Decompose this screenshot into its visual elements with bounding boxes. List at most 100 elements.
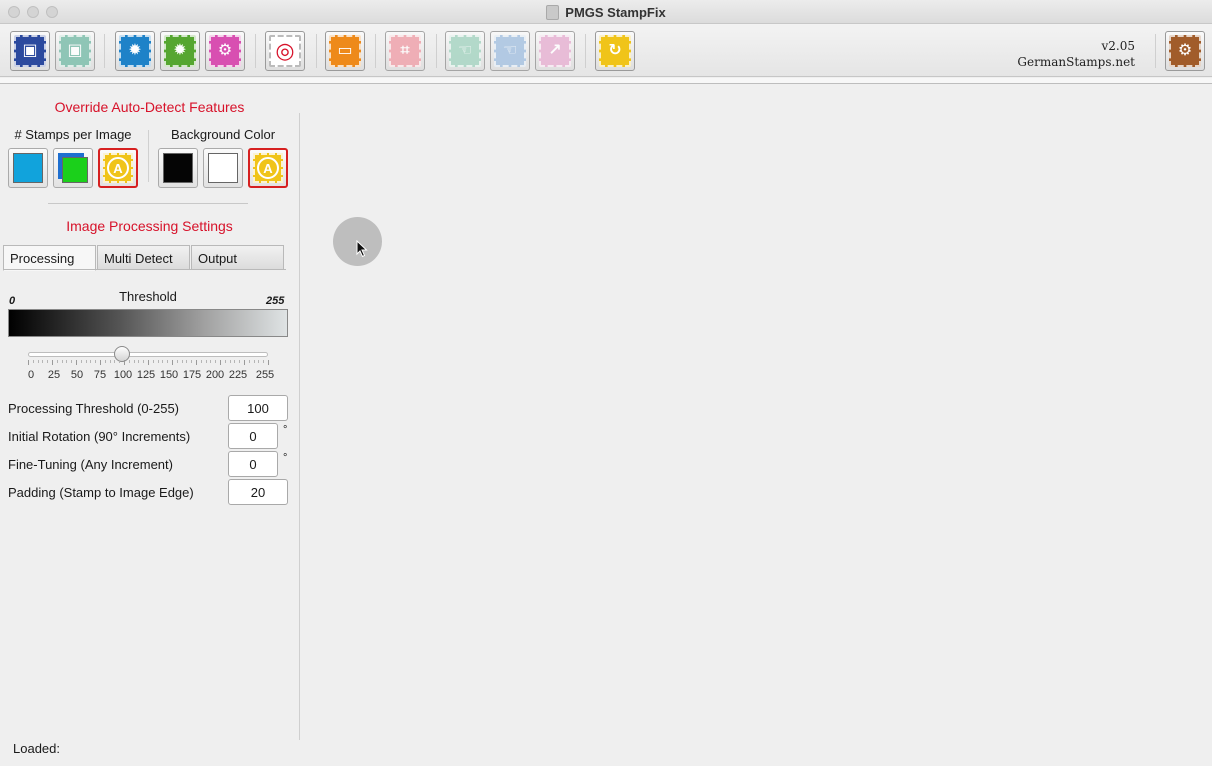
black-background-option[interactable] (158, 148, 198, 188)
slider-tick (104, 360, 106, 363)
background-color-label: Background Color (170, 127, 276, 142)
slider-tick (162, 360, 164, 363)
slider-tick (80, 360, 82, 363)
crop-button[interactable]: ⌗ (385, 31, 425, 71)
slider-tick (124, 360, 125, 365)
tab-content-border (3, 269, 286, 270)
threshold-slider[interactable] (28, 352, 268, 357)
initial-rotation-input[interactable]: 0 (228, 423, 278, 449)
color-swatch (62, 157, 88, 183)
slider-tick (37, 360, 39, 363)
fine-tuning-label: Fine-Tuning (Any Increment) (8, 457, 173, 472)
refresh-icon: ↻ (599, 35, 631, 67)
slider-tick (61, 360, 63, 363)
slider-tick (167, 360, 169, 363)
color-swatch (208, 153, 238, 183)
white-background-option[interactable] (203, 148, 243, 188)
single-stamp-option[interactable] (8, 148, 48, 188)
slider-tick-label: 175 (182, 369, 202, 381)
slider-tick (152, 360, 154, 363)
tab-processing[interactable]: Processing (3, 245, 96, 271)
tab-multi-detect[interactable]: Multi Detect (97, 245, 190, 270)
auto-icon: A (103, 153, 133, 183)
slider-tick (191, 360, 193, 363)
slider-tick (32, 360, 34, 363)
monitor-icon: ▭ (329, 35, 361, 67)
toolbar-divider (0, 78, 1212, 84)
override-separator (148, 130, 149, 182)
auto-stamps-option[interactable]: A (98, 148, 138, 188)
slider-tick-label: 25 (47, 369, 61, 381)
slider-tick (90, 360, 92, 363)
slider-tick (138, 360, 140, 363)
padding-input[interactable]: 20 (228, 479, 288, 505)
gear-icon: ⚙ (209, 35, 241, 67)
close-window-button[interactable] (8, 6, 20, 18)
slider-tick (239, 360, 241, 363)
settings-pink-button[interactable]: ⚙ (205, 31, 245, 71)
hand-plus-button[interactable]: ☜ (490, 31, 530, 71)
gear-icon: ⚙ (1169, 35, 1201, 67)
website-label: GermanStamps.net (1017, 55, 1135, 69)
override-heading: Override Auto-Detect Features (54, 99, 245, 115)
toolbar: ▣ ▣ ✹ ✹ ⚙ ◎ ▭ ⌗ ☜ ☜ ↗ ↻ ⚙ v2.05 GermanStamps.net (0, 24, 1212, 77)
zoom-window-button[interactable] (46, 6, 58, 18)
save-as-button[interactable]: ▣ (55, 31, 95, 71)
export-button[interactable]: ↗ (535, 31, 575, 71)
hand-plus-icon: ☜ (494, 35, 526, 67)
initial-rotation-label: Initial Rotation (90° Increments) (8, 429, 191, 444)
slider-tick (157, 360, 159, 363)
slider-tick (196, 360, 197, 365)
padding-label: Padding (Stamp to Image Edge) (8, 485, 194, 500)
version-label: v2.05 (1101, 39, 1136, 53)
refresh-button[interactable]: ↻ (595, 31, 635, 71)
title-bar: PMGS StampFix (0, 0, 1212, 24)
slider-tick (42, 360, 44, 363)
processing-threshold-label: Processing Threshold (0-255) (8, 401, 180, 416)
slider-tick (172, 360, 173, 365)
slider-tick-label: 150 (159, 369, 179, 381)
preferences-button[interactable]: ⚙ (1165, 31, 1205, 71)
auto-detect-icon: ✹ (119, 35, 151, 67)
fine-tuning-input[interactable]: 0 (228, 451, 278, 477)
save-button[interactable]: ▣ (10, 31, 50, 71)
degree-unit: ° (283, 424, 288, 436)
auto-detect-icon: ✹ (164, 35, 196, 67)
crop-icon: ⌗ (389, 35, 421, 67)
slider-tick-label: 50 (70, 369, 84, 381)
slider-tick-label: 255 (255, 369, 275, 381)
tab-output[interactable]: Output (191, 245, 284, 270)
slider-tick (220, 360, 221, 365)
slider-tick (47, 360, 49, 363)
pointer-icon (356, 240, 368, 258)
slider-tick (176, 360, 178, 363)
slider-tick (253, 360, 255, 363)
slider-tick (56, 360, 58, 363)
multi-stamp-option[interactable] (53, 148, 93, 188)
slider-tick (210, 360, 212, 363)
panel-divider[interactable] (299, 113, 300, 740)
slider-tick (215, 360, 217, 363)
section-separator (48, 203, 248, 204)
auto-detect-green-button[interactable]: ✹ (160, 31, 200, 71)
slider-tick (258, 360, 260, 363)
auto-background-option[interactable]: A (248, 148, 288, 188)
slider-tick-label: 200 (205, 369, 225, 381)
minimize-window-button[interactable] (27, 6, 39, 18)
slider-tick-label: 100 (113, 369, 133, 381)
slider-tick (28, 360, 29, 365)
color-swatch (13, 153, 43, 183)
processing-threshold-input[interactable]: 100 (228, 395, 288, 421)
slider-tick (234, 360, 236, 363)
window-title: PMGS StampFix (565, 4, 666, 20)
slider-tick (114, 360, 116, 363)
display-button[interactable]: ▭ (325, 31, 365, 71)
auto-detect-blue-button[interactable]: ✹ (115, 31, 155, 71)
slider-tick-label: 75 (93, 369, 107, 381)
export-icon: ↗ (539, 35, 571, 67)
color-swatch (163, 153, 193, 183)
hand-minus-button[interactable]: ☜ (445, 31, 485, 71)
target-button[interactable]: ◎ (265, 31, 305, 71)
slider-tick (52, 360, 53, 365)
slider-tick (85, 360, 87, 363)
